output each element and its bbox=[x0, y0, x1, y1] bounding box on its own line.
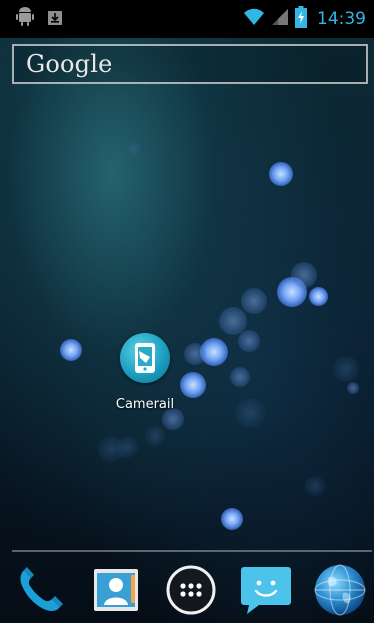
contacts-icon bbox=[91, 565, 141, 619]
status-bar: 14:39 bbox=[0, 0, 374, 38]
home-screen: 14:39 Google Camerail bbox=[0, 0, 374, 623]
browser-globe-icon bbox=[313, 563, 367, 621]
download-icon bbox=[48, 10, 62, 29]
camerail-app-icon bbox=[120, 333, 170, 383]
phone-icon bbox=[14, 564, 66, 620]
battery-charging-icon bbox=[295, 6, 307, 32]
wifi-icon bbox=[243, 8, 265, 30]
app-shortcut-camerail[interactable]: Camerail bbox=[112, 333, 178, 412]
google-logo-text: Google bbox=[26, 50, 113, 78]
dock bbox=[0, 558, 374, 623]
app-label-camerail: Camerail bbox=[115, 397, 175, 412]
app-drawer-icon bbox=[165, 564, 217, 620]
signal-icon bbox=[271, 8, 289, 30]
dock-messaging-button[interactable] bbox=[238, 564, 294, 620]
messaging-icon bbox=[239, 565, 293, 619]
android-debug-icon bbox=[16, 7, 34, 31]
dock-divider bbox=[12, 550, 372, 552]
dock-app-drawer-button[interactable] bbox=[163, 564, 219, 620]
status-clock: 14:39 bbox=[317, 9, 366, 29]
google-search-bar[interactable]: Google bbox=[12, 44, 368, 84]
dock-browser-button[interactable] bbox=[312, 564, 368, 620]
dock-contacts-button[interactable] bbox=[88, 564, 144, 620]
dock-phone-button[interactable] bbox=[12, 564, 68, 620]
